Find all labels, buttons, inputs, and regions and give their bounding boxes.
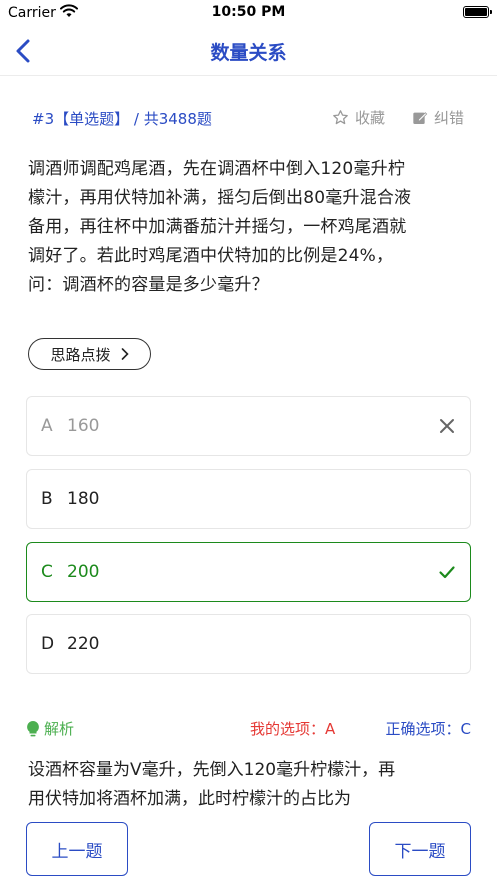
wrong-x-icon [440,419,454,433]
option-letter: B [41,489,53,509]
option-value: 160 [67,416,100,436]
correction-label: 纠错 [434,109,465,127]
bottom-bar: 上一题 下一题 [0,818,497,883]
correction-button[interactable]: 纠错 [412,107,464,128]
star-icon [333,110,348,125]
status-bar: Carrier 10:50 PM [0,0,497,26]
favorite-button[interactable]: 收藏 [332,107,385,128]
question-number: #3【单选题】 [32,110,130,128]
page-title: 数量关系 [210,42,287,64]
question-total: / 共3488题 [129,110,212,128]
lightbulb-icon [27,720,39,736]
next-question-button[interactable]: 下一题 [369,822,471,876]
battery-icon [463,6,492,18]
edit-icon [413,111,428,124]
my-answer: 我的选项：A [250,720,336,738]
question-header: #3【单选题】 / 共3488题 收藏 纠错 [32,106,469,130]
correct-answer: 正确选项：C [385,720,471,738]
option-letter: A [41,416,53,436]
option-value: 220 [67,634,100,654]
hint-button-label: 思路点拨 [50,345,111,364]
option-letter: C [41,562,53,582]
clock: 10:50 PM [211,4,286,20]
analysis-text: 设酒杯容量为V毫升，先倒入120毫升柠檬汁，再 用伏特加将酒杯加满，此时柠檬汁的… [28,760,396,809]
question-index: #3【单选题】 / 共3488题 [32,108,212,129]
chevron-right-icon [121,348,129,360]
analysis-label-group: 解析 [26,718,74,739]
option-letter: D [41,634,55,654]
option-b[interactable]: B 180 [26,469,471,529]
previous-question-button[interactable]: 上一题 [26,822,128,876]
option-d[interactable]: D 220 [26,614,471,674]
option-a[interactable]: A 160 [26,396,471,456]
analysis-header: 解析 我的选项：A 正确选项：C [26,718,471,740]
option-value: 200 [67,562,100,582]
checkmark-icon [439,566,455,579]
analysis-label: 解析 [44,720,75,738]
option-value: 180 [67,489,100,509]
question-text: 调酒师调配鸡尾酒，先在调酒杯中倒入120毫升柠 檬汁，再用伏特加补满，摇匀后倒出… [28,159,412,295]
favorite-label: 收藏 [355,109,386,127]
option-c[interactable]: C 200 [26,542,471,602]
navigation-bar: 数量关系 [0,26,497,76]
hint-button[interactable]: 思路点拨 [28,338,151,370]
